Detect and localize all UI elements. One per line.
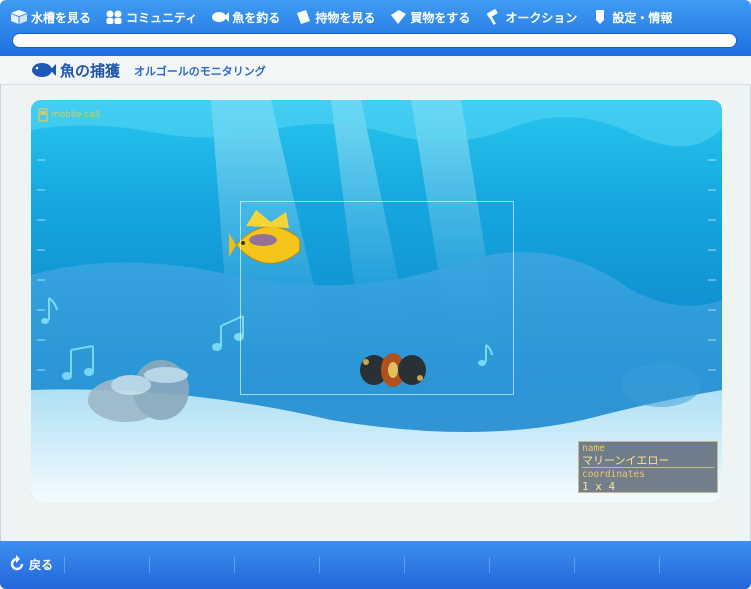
back-button-label: 戻る	[29, 557, 54, 572]
back-arrow-icon	[10, 555, 24, 571]
nav-item-shop[interactable]: 買物をする	[389, 9, 470, 26]
top-navigation: 水槽を見る コミュニティ 魚を釣る 持物を見る 買物をする オークション 設定・…	[0, 0, 751, 56]
box-icon	[11, 10, 27, 24]
hammer-icon	[487, 9, 498, 25]
nav-item-label: 魚を釣る	[232, 10, 281, 25]
aquarium-view: mobile call name マリーンイエロー coordinates 1 …	[31, 100, 722, 502]
back-button[interactable]: 戻る	[8, 555, 53, 573]
nav-item-settings[interactable]: 設定・情報	[591, 9, 672, 26]
page-title: 魚の捕獲	[60, 62, 121, 80]
search-bar[interactable]	[12, 33, 737, 48]
phone-icon	[38, 108, 48, 122]
nav-item-label: 水槽を見る	[31, 10, 92, 25]
bottom-dividers	[64, 557, 744, 573]
nav-item-label: 設定・情報	[612, 10, 673, 25]
mobile-call-label: mobile call	[51, 110, 100, 120]
nav-item-inventory[interactable]: 持物を見る	[294, 9, 375, 26]
fish-logo-icon	[32, 63, 56, 77]
tag-icon	[391, 10, 407, 24]
bottom-bar: 戻る	[0, 541, 751, 589]
fish-info-panel: name マリーンイエロー coordinates 1 x 4	[578, 441, 718, 493]
nav-items: 水槽を見る コミュニティ 魚を釣る 持物を見る 買物をする オークション 設定・…	[10, 6, 672, 28]
info-icon	[596, 10, 605, 24]
people-icon	[106, 10, 122, 24]
name-value: マリーンイエロー	[582, 455, 714, 468]
nav-item-fishing[interactable]: 魚を釣る	[211, 9, 280, 26]
monitoring-frame	[240, 201, 514, 395]
nav-item-label: オークション	[505, 10, 578, 25]
nav-item-aquarium[interactable]: 水槽を見る	[10, 9, 91, 26]
nav-item-label: 持物を見る	[315, 10, 376, 25]
fish-icon	[212, 12, 230, 22]
page-header: 魚の捕獲 オルゴールのモニタリング	[0, 56, 751, 85]
nav-item-community[interactable]: コミュニティ	[105, 9, 197, 26]
coordinates-value: 1 x 4	[582, 480, 616, 493]
nav-item-auction[interactable]: オークション	[484, 9, 577, 26]
nav-item-label: 買物をする	[410, 10, 471, 25]
bag-icon	[297, 10, 311, 24]
nav-item-label: コミュニティ	[126, 10, 198, 25]
page-subtitle: オルゴールのモニタリング	[134, 65, 266, 78]
mobile-call-indicator[interactable]: mobile call	[37, 108, 100, 122]
